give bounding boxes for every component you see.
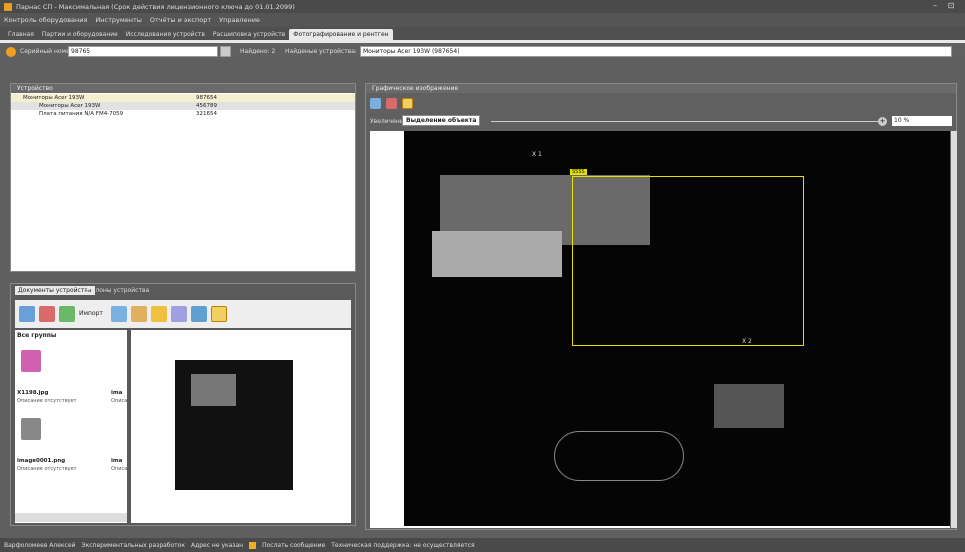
image-scrollbar[interactable]	[951, 131, 957, 528]
zoom-slider[interactable]	[491, 121, 886, 122]
label-x2: X 2	[742, 338, 752, 345]
xray-image[interactable]: X 1 SSSS X 2	[404, 131, 950, 526]
tree-row-serial: 321654	[196, 111, 217, 117]
add-doc-icon[interactable]	[19, 306, 35, 322]
doc-toolbar: Импорт	[15, 300, 351, 328]
serial-input[interactable]: 98765	[68, 46, 218, 57]
file-desc: Описание отсутствует	[17, 466, 77, 472]
tree-row[interactable]: Мониторы Acer 193W 987654	[11, 94, 355, 102]
tree-row[interactable]: Плата питания N/A FM4-7059 321654	[11, 110, 355, 118]
barcode-button[interactable]	[220, 46, 231, 57]
status-address: Адрес не указан	[190, 541, 244, 549]
tree-row-name: Плата питания N/A FM4-7059	[39, 111, 124, 117]
status-support: Техническая поддержка: не осуществляется	[331, 541, 475, 549]
file-name[interactable]: ima	[111, 458, 122, 464]
select-object-icon[interactable]	[402, 98, 413, 109]
scan-icon[interactable]	[211, 306, 227, 322]
connector-shape	[432, 231, 562, 277]
status-user: Варфоломеев Алексей	[4, 541, 76, 549]
file-name[interactable]: X1198.jpg	[17, 390, 48, 396]
image-file-icon[interactable]	[21, 350, 41, 372]
tab-photo-xray[interactable]: Фотографирование и рентген	[289, 29, 393, 40]
file-desc: Описа	[111, 398, 128, 404]
send-message-link[interactable]: Послать сообщение	[262, 542, 325, 549]
file-name[interactable]: image0001.png	[17, 458, 65, 464]
tree-row-name: Мониторы Acer 193W	[23, 95, 85, 101]
found-devices-select[interactable]: Мониторы Acer 193W (987654)	[360, 46, 952, 57]
groups-scrollbar[interactable]	[15, 513, 127, 522]
image-panel-header: Графическое изображение	[366, 84, 956, 93]
label-x1: X 1	[532, 151, 542, 158]
import-button[interactable]: Импорт	[79, 310, 103, 317]
device-tree-panel: Устройство Мониторы Acer 193W 987654 Мон…	[10, 83, 356, 272]
file-name[interactable]: ima	[111, 390, 122, 396]
menu-item-equipment[interactable]: Контроль оборудования	[4, 16, 87, 24]
file-desc: Описание отсутствует	[17, 398, 77, 404]
tab-device-standards[interactable]: Эталоны устройства	[81, 286, 152, 295]
copy-icon[interactable]	[111, 306, 127, 322]
tab-home[interactable]: Главная	[4, 29, 38, 40]
tab-pinout[interactable]: Расшиповка устройств	[209, 29, 289, 40]
tree-header: Устройство	[11, 84, 355, 93]
groups-header: Все группы	[17, 332, 57, 339]
open-image-icon[interactable]	[370, 98, 381, 109]
tree-row-serial: 456789	[196, 103, 217, 109]
rename-icon[interactable]	[171, 306, 187, 322]
message-icon[interactable]	[249, 541, 257, 549]
found-count: Найдено: 2	[240, 48, 276, 55]
zoom-in-icon[interactable]: +	[878, 117, 887, 126]
main-tabs: Главная Партии и оборудование Исследован…	[0, 27, 965, 40]
documents-panel: Документы устройства Эталоны устройства …	[10, 283, 356, 526]
tab-research[interactable]: Исследования устройств	[122, 29, 209, 40]
tab-batches[interactable]: Партии и оборудование	[38, 29, 122, 40]
title-bar: Парнас СП - Максимальная (Срок действия …	[0, 0, 965, 13]
delete-doc-icon[interactable]	[39, 306, 55, 322]
groups-list: Все группы X1198.jpg Описание отсутствуе…	[15, 330, 127, 523]
window-title: Парнас СП - Максимальная (Срок действия …	[16, 2, 295, 11]
zoom-value[interactable]: 10 %	[892, 116, 952, 126]
tree-row-name: Мониторы Acer 193W	[39, 103, 101, 109]
selection-tag: SSSS	[570, 169, 587, 175]
file-desc: Описа	[111, 466, 128, 472]
tree-row-serial: 987654	[196, 95, 217, 101]
import-icon[interactable]	[59, 306, 75, 322]
menu-item-tools[interactable]: Инструменты	[95, 16, 142, 24]
menu-item-management[interactable]: Управление	[219, 16, 260, 24]
preview-area	[131, 330, 351, 523]
save-image-icon[interactable]	[386, 98, 397, 109]
power-board-shape	[714, 384, 784, 428]
menu-item-reports[interactable]: Отчёты и экспорт	[150, 16, 211, 24]
app-icon	[4, 2, 12, 11]
paste-icon[interactable]	[131, 306, 147, 322]
image-canvas: X 1 SSSS X 2	[370, 131, 950, 528]
xray-preview[interactable]	[175, 360, 293, 490]
image-panel: Графическое изображение Увеличение Выдел…	[365, 83, 957, 530]
status-bar: Варфоломеев Алексей Экспериментальных ра…	[0, 538, 965, 552]
image-file-icon[interactable]	[21, 418, 41, 440]
status-dept: Экспериментальных разработок	[81, 541, 185, 549]
maximize-button[interactable]: ⊡	[946, 2, 956, 11]
menu-bar: Контроль оборудования Инструменты Отчёты…	[0, 13, 965, 27]
found-devices-label: Найденые устройства:	[285, 48, 357, 55]
preview-board-shape	[191, 374, 236, 406]
tooltip: Выделение объекта	[402, 115, 481, 126]
search-icon[interactable]	[6, 47, 16, 57]
selection-rect[interactable]	[572, 176, 804, 346]
cable-shape	[554, 431, 684, 481]
minimize-button[interactable]: –	[930, 2, 940, 11]
tree-row[interactable]: Мониторы Acer 193W 456789	[11, 102, 355, 110]
edit-icon[interactable]	[151, 306, 167, 322]
search-row: Серийный номер: 98765 Найдено: 2 Найдены…	[0, 40, 965, 60]
export-icon[interactable]	[191, 306, 207, 322]
